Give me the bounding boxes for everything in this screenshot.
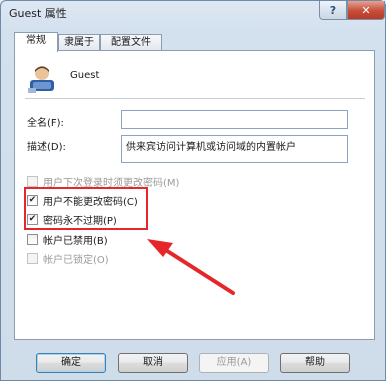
general-panel: Guest 全名(F): 描述(D): 供来宾访问计算机或访问域的内置帐户 用户… — [14, 50, 375, 340]
window-title: Guest 属性 — [9, 7, 67, 20]
checkbox-label: 帐户已禁用(B) — [43, 235, 108, 247]
checkbox-account-locked[interactable]: 帐户已锁定(O) — [27, 251, 109, 266]
help-title-button[interactable]: ? — [319, 1, 347, 20]
checkbox-account-disabled[interactable]: 帐户已禁用(B) — [27, 232, 108, 247]
checkbox-label: 帐户已锁定(O) — [43, 254, 109, 266]
close-icon: ✕ — [361, 3, 371, 17]
user-avatar-icon — [28, 66, 54, 93]
highlight-box — [24, 187, 148, 230]
fullname-input[interactable] — [121, 110, 348, 129]
checkbox-box[interactable] — [27, 175, 38, 187]
checkbox-must-change-password[interactable]: 用户下次登录时须更改密码(M) — [27, 174, 179, 189]
apply-button[interactable]: 应用(A) — [199, 353, 269, 373]
description-input[interactable]: 供来宾访问计算机或访问域的内置帐户 — [121, 135, 348, 163]
user-name: Guest — [70, 70, 100, 81]
checkbox-box[interactable] — [27, 233, 38, 245]
fullname-label: 全名(F): — [27, 118, 64, 129]
help-button[interactable]: 帮助 — [280, 353, 350, 373]
properties-dialog: Guest 属性 ? ✕ 常规 隶属于 配置文件 Guest 全名(F): 描述… — [0, 0, 386, 381]
divider — [25, 98, 365, 99]
checkbox-box[interactable] — [27, 252, 38, 264]
close-button[interactable]: ✕ — [347, 1, 385, 20]
tab-profile[interactable]: 配置文件 — [100, 34, 162, 51]
ok-button[interactable]: 确定 — [36, 353, 106, 373]
tab-member-of[interactable]: 隶属于 — [58, 34, 100, 51]
description-label: 描述(D): — [27, 142, 66, 153]
help-icon: ? — [329, 3, 337, 17]
tab-general[interactable]: 常规 — [14, 32, 58, 52]
cancel-button[interactable]: 取消 — [118, 353, 188, 373]
